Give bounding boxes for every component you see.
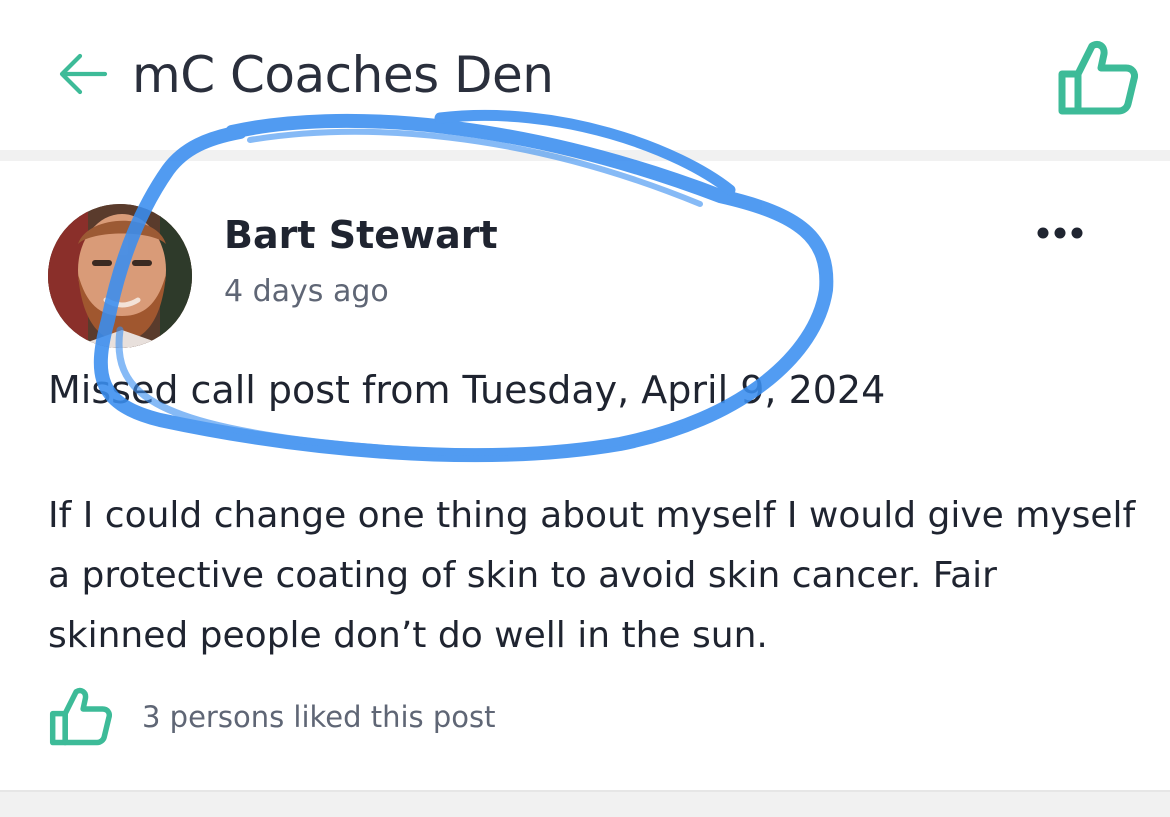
thumbs-up-icon xyxy=(1058,40,1138,115)
profile-photo xyxy=(48,204,192,348)
likes-count-text[interactable]: 3 persons liked this post xyxy=(142,696,496,738)
back-button[interactable] xyxy=(56,52,108,96)
author-name[interactable]: Bart Stewart xyxy=(224,208,498,262)
post-body: If I could change one thing about myself… xyxy=(48,495,1136,656)
post-detail-screen: mC Coaches Den Bart Stewart 4 days ago M… xyxy=(0,0,1170,817)
bottom-divider xyxy=(0,790,1170,817)
top-bar: mC Coaches Den xyxy=(0,0,1170,150)
more-horizontal-icon xyxy=(1037,227,1083,239)
post-timestamp: 4 days ago xyxy=(224,274,389,309)
arrow-left-icon xyxy=(59,53,108,95)
more-options-button[interactable] xyxy=(1030,218,1090,248)
thumbs-up-icon xyxy=(49,687,112,746)
post-subject: Missed call post from Tuesday, April 9, … xyxy=(48,368,886,412)
avatar[interactable] xyxy=(48,204,192,348)
page-title: mC Coaches Den xyxy=(132,46,554,104)
like-button[interactable] xyxy=(48,684,112,748)
header-divider xyxy=(0,150,1170,161)
header-like-button[interactable] xyxy=(1056,38,1138,116)
